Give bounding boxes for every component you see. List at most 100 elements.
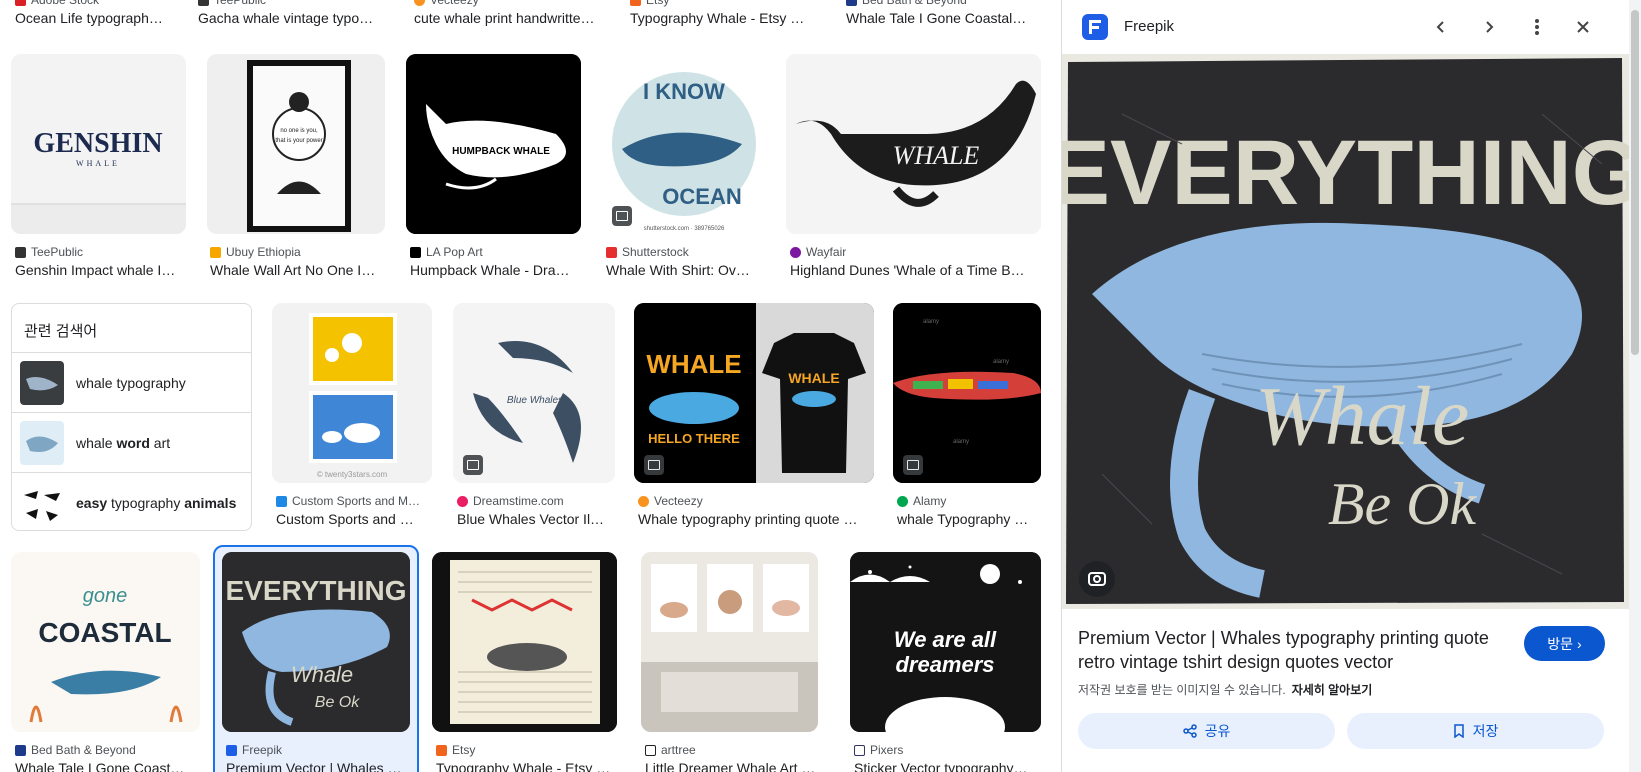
result-title[interactable]: Little Dreamer Whale Art -… [645,758,820,772]
result-card[interactable]: Etsy Typography Whale - Etsy … [630,0,815,28]
result-title[interactable]: Genshin Impact whale I… [15,260,185,280]
result-title[interactable]: Whale typography printing quote … [638,509,873,529]
result-title[interactable]: Ocean Life typograph… [15,8,185,28]
result-caption[interactable]: arttree Little Dreamer Whale Art -… [645,742,820,772]
result-thumbnail[interactable]: © twenty3stars.com [272,303,432,483]
result-title[interactable]: Whale Tale I Gone Coastal… [846,8,1036,28]
result-thumbnail[interactable] [432,552,617,732]
svg-text:OCEAN: OCEAN [662,184,741,209]
result-caption[interactable]: Alamy whale Typography … [897,493,1042,529]
result-thumbnail[interactable]: HUMPBACK WHALE [406,54,581,234]
result-caption[interactable]: Freepik Premium Vector | Whales … [226,742,411,772]
result-source: TeePublic [198,0,378,8]
result-title[interactable]: cute whale print handwritte… [414,8,604,28]
result-caption[interactable]: Dreamstime.com Blue Whales Vector Il… [457,493,617,529]
svg-text:gone: gone [83,585,128,607]
result-card[interactable]: Bed Bath & Beyond Whale Tale I Gone Coas… [846,0,1036,28]
result-source: arttree [645,742,820,758]
scrollbar-thumb[interactable] [1631,10,1639,355]
dictionary-page-whale-image [432,552,617,732]
result-caption[interactable]: Vecteezy Whale typography printing quote… [638,493,873,529]
svg-text:© twenty3stars.com: © twenty3stars.com [317,470,388,479]
source-favicon-icon [226,744,237,756]
result-card[interactable]: TeePublic Gacha whale vintage typo… [198,0,378,28]
source-favicon-icon [846,0,857,6]
result-caption[interactable]: Custom Sports and M… Custom Sports and … [276,493,431,529]
result-thumbnail[interactable]: no one is you, that is your power [207,54,385,234]
share-button[interactable]: 공유 [1078,713,1335,749]
result-title[interactable]: Gacha whale vintage typo… [198,8,378,28]
svg-text:alamy: alamy [953,439,969,445]
result-caption[interactable]: Bed Bath & Beyond Whale Tale I Gone Coas… [15,742,200,772]
result-thumbnail[interactable]: alamy alamy alamy [893,303,1041,483]
related-search-item[interactable]: easy typography animals [12,472,251,532]
svg-text:COASTAL: COASTAL [38,617,171,648]
result-title[interactable]: Premium Vector | Whales … [226,758,411,772]
panel-scrollbar[interactable] [1629,0,1641,772]
result-thumbnail[interactable]: gone COASTAL [11,552,200,732]
result-thumbnail[interactable]: WHALE [786,54,1041,234]
result-title[interactable]: whale Typography … [897,509,1042,529]
result-caption[interactable]: Ubuy Ethiopia Whale Wall Art No One I… [210,244,385,280]
related-search-label: whale word art [76,434,171,451]
whale-prints-image: © twenty3stars.com [272,303,432,483]
result-source: Bed Bath & Beyond [846,0,1036,8]
result-title[interactable]: Typography Whale - Etsy … [436,758,616,772]
panel-source-name[interactable]: Freepik [1124,18,1174,35]
result-title[interactable]: Custom Sports and … [276,509,431,529]
image-badge-icon [644,455,664,475]
result-source: Dreamstime.com [457,493,617,509]
genshin-logo-image: GENSHIN WHALE [11,54,186,234]
close-icon[interactable] [1570,14,1596,40]
related-search-item[interactable]: whale typography [12,352,251,412]
result-card[interactable]: Vecteezy cute whale print handwritte… [414,0,604,28]
result-source: Vecteezy [414,0,604,8]
image-results-grid: Adobe Stock Ocean Life typograph… TeePub… [0,0,1050,772]
result-thumbnail-selected[interactable]: EVERYTHING Whale Be Ok [222,552,410,732]
next-icon[interactable] [1476,14,1502,40]
result-title[interactable]: Typography Whale - Etsy … [630,8,815,28]
result-thumbnail[interactable]: GENSHIN WHALE [11,54,186,234]
result-thumbnail[interactable]: WHALE HELLO THERE WHALE [634,303,874,483]
result-caption[interactable]: Etsy Typography Whale - Etsy … [436,742,616,772]
result-source: Custom Sports and M… [276,493,431,509]
result-source: Pixers [854,742,1039,758]
result-card[interactable]: Adobe Stock Ocean Life typograph… [15,0,185,28]
visual-search-lens-icon[interactable] [1079,561,1115,597]
result-thumbnail[interactable]: We are all dreamers [850,552,1041,732]
svg-text:I KNOW: I KNOW [643,79,725,104]
preview-image[interactable]: EVERYTHING Whale Be Ok [1049,54,1641,609]
source-favicon-icon [457,495,468,507]
result-thumbnail[interactable] [641,552,818,732]
source-favicon-icon [210,246,221,258]
preview-title-link[interactable]: Premium Vector | Whales typography print… [1078,626,1508,674]
save-button[interactable]: 저장 [1347,713,1604,749]
result-title[interactable]: Whale Wall Art No One I… [210,260,385,280]
image-search-page: Adobe Stock Ocean Life typograph… TeePub… [0,0,1641,772]
previous-icon[interactable] [1428,14,1454,40]
more-options-icon[interactable] [1524,14,1550,40]
visit-button[interactable]: 방문 › [1524,626,1605,661]
result-caption[interactable]: TeePublic Genshin Impact whale I… [15,244,185,280]
result-source: Freepik [226,742,411,758]
result-caption[interactable]: Pixers Sticker Vector typography… [854,742,1039,772]
svg-text:HELLO THERE: HELLO THERE [648,431,740,446]
learn-more-link[interactable]: 자세히 알아보기 [1292,683,1373,697]
svg-text:HUMPBACK WHALE: HUMPBACK WHALE [452,146,550,157]
result-thumbnail[interactable]: I KNOW OCEAN shutterstock.com · 38976502… [602,54,766,234]
image-preview-panel: Freepik EVERYTHING Whale Be Ok Premium V… [1049,0,1641,772]
result-caption[interactable]: LA Pop Art Humpback Whale - Dra… [410,244,585,280]
result-title[interactable]: Highland Dunes 'Whale of a Time B… [790,260,1040,280]
result-thumbnail[interactable]: Blue Whales [453,303,615,483]
result-title[interactable]: Whale With Shirt: Ov… [606,260,766,280]
result-caption[interactable]: Wayfair Highland Dunes 'Whale of a Time … [790,244,1040,280]
related-search-item[interactable]: whale word art [12,412,251,472]
result-title[interactable]: Blue Whales Vector Il… [457,509,617,529]
source-favicon-icon [410,246,421,258]
result-title[interactable]: Sticker Vector typography… [854,758,1039,772]
result-caption[interactable]: Shutterstock Whale With Shirt: Ov… [606,244,766,280]
source-favicon-icon [198,0,209,6]
result-title[interactable]: Humpback Whale - Dra… [410,260,585,280]
svg-text:Whale: Whale [291,662,353,687]
result-title[interactable]: Whale Tale I Gone Coast… [15,758,200,772]
